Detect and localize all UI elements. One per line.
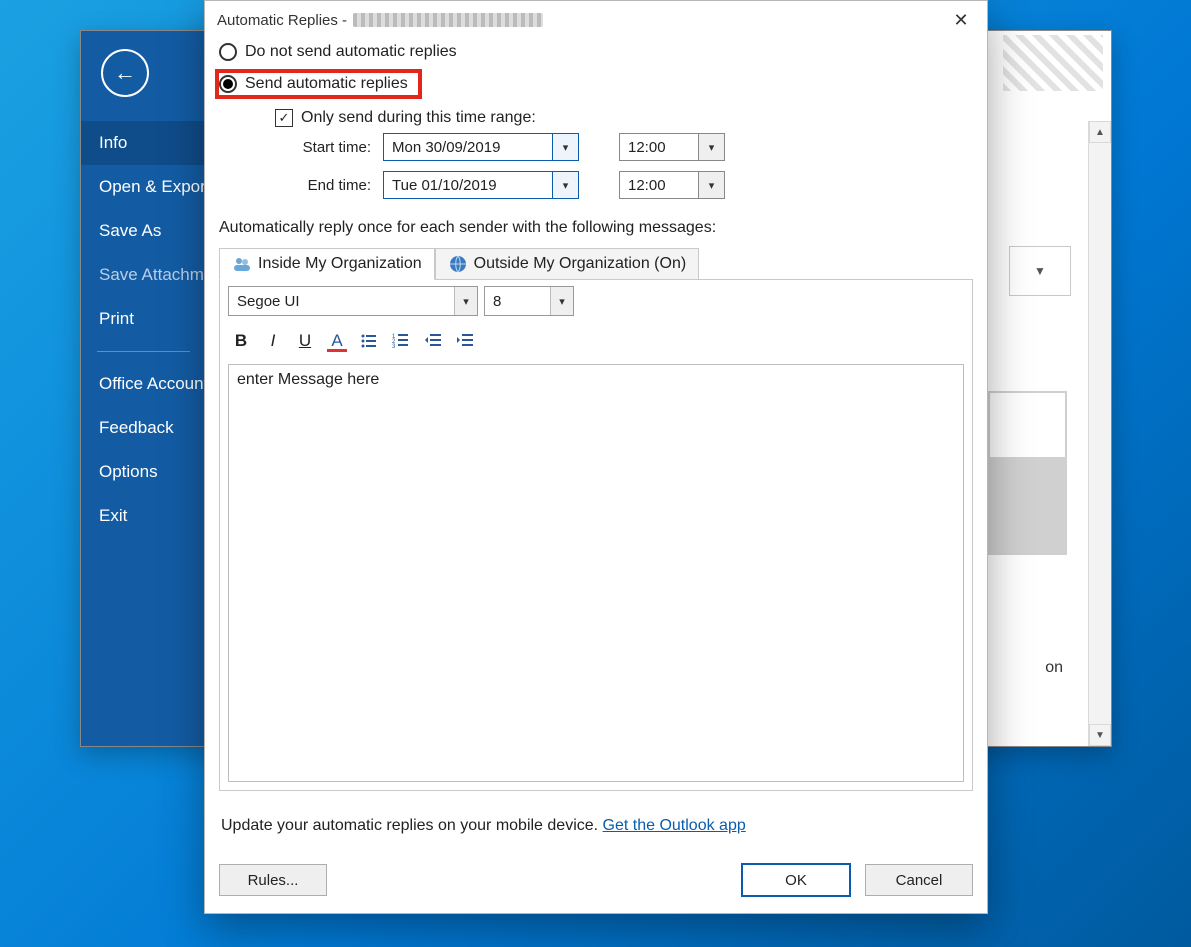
checkbox-only-send-time-range[interactable]: ✓ Only send during this time range: <box>275 109 973 127</box>
mobile-update-note: Update your automatic replies on your mo… <box>221 817 971 835</box>
tab-outside-organization[interactable]: Outside My Organization (On) <box>435 248 700 280</box>
radio-do-not-send-label: Do not send automatic replies <box>245 43 457 61</box>
increase-indent-icon <box>455 331 475 351</box>
sidebar-item-office-account[interactable]: Office Account <box>81 362 206 406</box>
scroll-up-icon[interactable]: ▲ <box>1089 121 1111 143</box>
cancel-button[interactable]: Cancel <box>865 864 973 896</box>
end-hour-field[interactable]: 12:00 <box>619 171 699 199</box>
dialog-close-button[interactable]: ✕ <box>945 4 977 36</box>
background-dropdown[interactable]: ▼ <box>1009 246 1071 296</box>
chevron-down-icon: ▾ <box>709 179 715 192</box>
background-text-on: on <box>1045 659 1063 677</box>
decrease-indent-button[interactable] <box>420 328 446 354</box>
chevron-down-icon: ▾ <box>563 179 569 192</box>
checkbox-icon: ✓ <box>275 109 293 127</box>
sidebar-item-info[interactable]: Info <box>81 121 206 165</box>
sidebar-item-feedback[interactable]: Feedback <box>81 406 206 450</box>
bullet-list-button[interactable] <box>356 328 382 354</box>
checkbox-only-send-label: Only send during this time range: <box>301 109 536 127</box>
people-icon <box>232 254 252 274</box>
numbered-list-button[interactable]: 123 <box>388 328 414 354</box>
start-date-dropdown[interactable]: ▾ <box>553 133 579 161</box>
increase-indent-button[interactable] <box>452 328 478 354</box>
start-date-value: Mon 30/09/2019 <box>392 139 500 156</box>
bold-button[interactable]: B <box>228 328 254 354</box>
end-date-value: Tue 01/10/2019 <box>392 177 497 194</box>
radio-icon <box>219 75 237 93</box>
start-hour-field[interactable]: 12:00 <box>619 133 699 161</box>
start-time-label: Start time: <box>283 139 383 156</box>
dialog-titlebar: Automatic Replies - ✕ <box>205 1 987 39</box>
dialog-title-email-redacted <box>353 13 543 27</box>
message-body-text: enter Message here <box>237 371 379 388</box>
dialog-button-row: Rules... OK Cancel <box>205 847 987 913</box>
back-button[interactable]: ← <box>101 49 149 97</box>
start-hour-value: 12:00 <box>628 139 666 156</box>
font-size-select[interactable]: 8 ▾ <box>484 286 574 316</box>
end-hour-value: 12:00 <box>628 177 666 194</box>
radio-icon <box>219 43 237 61</box>
window-decoration-hatch <box>1003 35 1103 91</box>
chevron-down-icon: ▾ <box>454 287 477 315</box>
font-family-select[interactable]: Segoe UI ▾ <box>228 286 478 316</box>
underline-button[interactable]: U <box>292 328 318 354</box>
radio-do-not-send[interactable]: Do not send automatic replies <box>219 43 973 61</box>
chevron-down-icon: ▾ <box>550 287 573 315</box>
chevron-down-icon: ▾ <box>563 141 569 154</box>
automatic-replies-dialog: Automatic Replies - ✕ Do not send automa… <box>204 0 988 914</box>
reply-tabs: Inside My Organization Outside My Organi… <box>219 247 973 279</box>
dialog-title-prefix: Automatic Replies - <box>217 12 347 29</box>
sidebar-item-save-attachments[interactable]: Save Attachments <box>81 253 206 297</box>
editor-pane: Segoe UI ▾ 8 ▾ B I U A 123 <box>219 279 973 791</box>
sidebar-separator <box>97 351 190 352</box>
bullet-list-icon <box>359 331 379 351</box>
sidebar-item-save-as[interactable]: Save As <box>81 209 206 253</box>
font-size-value: 8 <box>493 293 501 310</box>
mobile-note-text: Update your automatic replies on your mo… <box>221 817 603 834</box>
chevron-down-icon: ▾ <box>709 141 715 154</box>
get-outlook-app-link[interactable]: Get the Outlook app <box>603 817 746 834</box>
start-date-field[interactable]: Mon 30/09/2019 <box>383 133 553 161</box>
sidebar-item-exit[interactable]: Exit <box>81 494 206 538</box>
start-hour-dropdown[interactable]: ▾ <box>699 133 725 161</box>
decrease-indent-icon <box>423 331 443 351</box>
sidebar-item-open-export[interactable]: Open & Export <box>81 165 206 209</box>
ok-button[interactable]: OK <box>741 863 851 897</box>
format-toolbar: B I U A 123 <box>220 322 972 360</box>
backstage-scrollbar[interactable]: ▲ ▼ <box>1088 121 1111 746</box>
end-time-label: End time: <box>283 177 383 194</box>
end-hour-dropdown[interactable]: ▾ <box>699 171 725 199</box>
tab-outside-label: Outside My Organization (On) <box>474 255 687 273</box>
tab-inside-label: Inside My Organization <box>258 255 422 273</box>
numbered-list-icon: 123 <box>391 331 411 351</box>
rules-button[interactable]: Rules... <box>219 864 327 896</box>
svg-text:3: 3 <box>392 344 396 350</box>
auto-reply-note: Automatically reply once for each sender… <box>219 219 973 237</box>
scroll-down-icon[interactable]: ▼ <box>1089 724 1111 746</box>
end-date-dropdown[interactable]: ▾ <box>553 171 579 199</box>
sidebar-item-print[interactable]: Print <box>81 297 206 341</box>
sidebar-item-options[interactable]: Options <box>81 450 206 494</box>
radio-send-automatic-replies[interactable]: Send automatic replies <box>215 69 422 99</box>
tab-inside-organization[interactable]: Inside My Organization <box>219 248 435 280</box>
italic-button[interactable]: I <box>260 328 286 354</box>
end-date-field[interactable]: Tue 01/10/2019 <box>383 171 553 199</box>
font-color-button[interactable]: A <box>324 328 350 354</box>
arrow-left-icon: ← <box>114 60 136 86</box>
background-account-photo <box>988 391 1067 555</box>
message-editor[interactable]: enter Message here <box>228 364 964 782</box>
close-icon: ✕ <box>953 10 968 31</box>
font-toolbar: Segoe UI ▾ 8 ▾ <box>220 280 972 322</box>
font-family-value: Segoe UI <box>237 293 300 310</box>
globe-icon <box>448 254 468 274</box>
backstage-sidebar: ← Info Open & Export Save As Save Attach… <box>81 31 206 746</box>
radio-send-label: Send automatic replies <box>245 75 408 93</box>
